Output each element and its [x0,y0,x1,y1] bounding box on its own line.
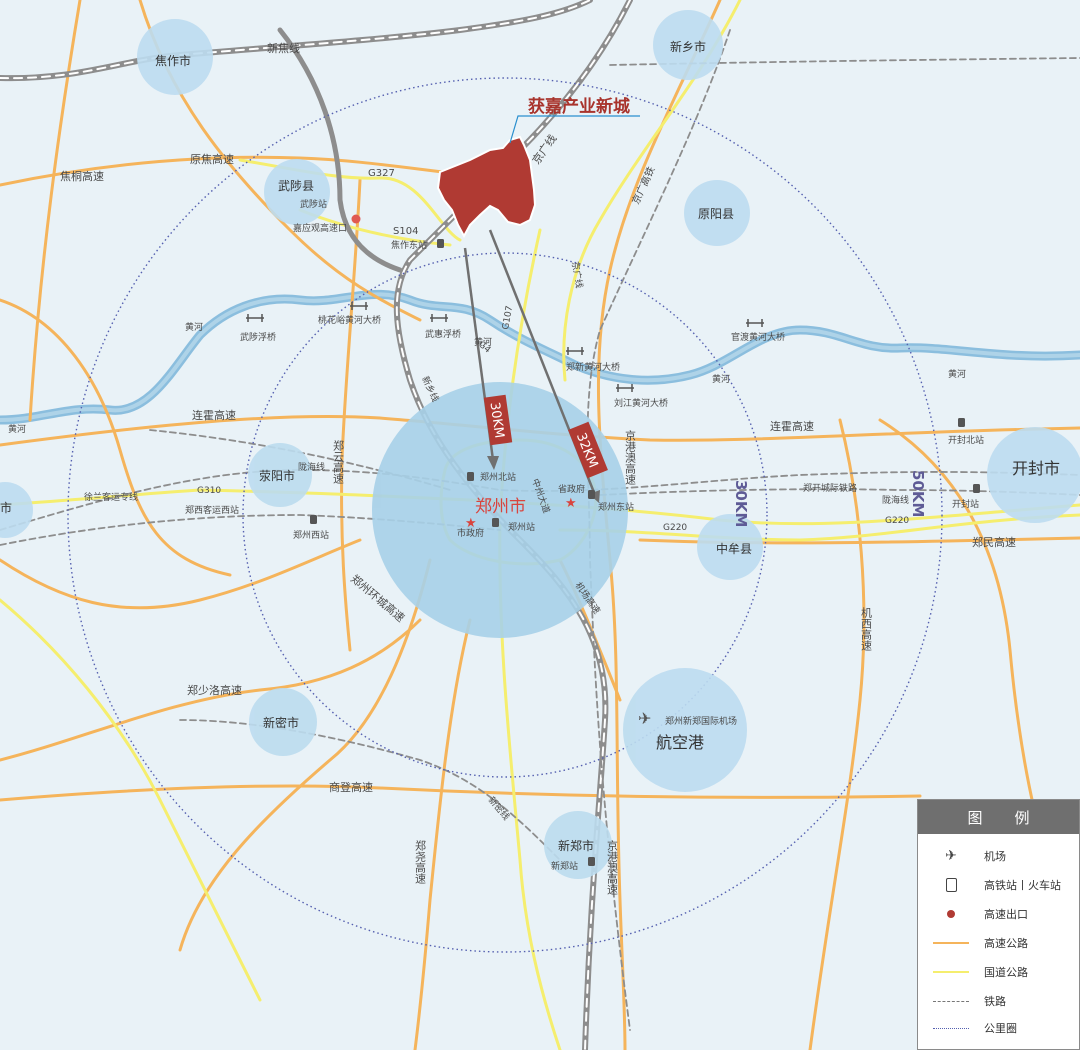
airport-icon: ✈ [638,709,651,728]
label-baidu-bridge: 官渡黄河大桥 [731,331,785,343]
label-jiaotong: 焦桐高速 [60,169,104,183]
label-zhengmin: 郑民高速 [972,535,1016,549]
city-jiaozuo: 焦作市 [155,53,191,68]
legend-label-railway: 铁路 [984,995,1006,1008]
legend-title: 图 例 [918,800,1079,834]
train-icon [437,239,444,248]
label-xuxlan: 徐兰客运专线 [84,491,138,503]
legend-row-railway: 铁路 [918,989,1078,1013]
legend-label-national-road: 国道公路 [984,966,1028,979]
label-zhengkai-rail: 郑开城际铁路 [803,482,857,494]
legend-label-expressway: 高速公路 [984,937,1028,950]
label-longhai-w: 陇海线 [298,461,325,473]
label-wuzhi-bridge: 武陟浮桥 [240,331,276,343]
label-xinzheng-station: 新郑站 [551,860,578,872]
label-zhengxi-rail: 郑西客运西站 [185,504,239,516]
label-zhengzhou-east: 郑州东站 [598,501,634,513]
target-label: 获嘉产业新城 [528,96,630,117]
label-zhengzhou-station: 郑州站 [508,521,535,533]
label-liujiang-bridge: 刘江黄河大桥 [614,397,668,409]
train-icon [467,472,474,481]
prov-gov-star: ★ [565,496,577,511]
label-jinggangao-2: 京港澳高速 [606,839,619,895]
label-yellow-river-1: 黄河 [8,423,26,435]
label-g220a: G220 [663,523,687,533]
label-s104: S104 [393,226,418,237]
city-xinxiang: 新乡市 [670,39,706,54]
train-icon [588,490,595,499]
label-kaifeng-station: 开封站 [952,498,979,510]
label-zhengxin-bridge: 郑新黄河大桥 [566,361,620,373]
label-yellow-river-4: 黄河 [712,373,730,385]
label-jinggangao: 京港澳高速 [624,429,637,485]
exit-dot-icon [351,214,361,224]
railway-line-icon [933,1000,969,1002]
legend-label-ring: 公里圈 [984,1022,1017,1035]
label-taohuayu: 桃花峪黄河大桥 [318,314,381,326]
label-lianhuo-east: 连霍高速 [770,419,814,433]
national-road-line-icon [933,971,969,973]
legend-panel: 图 例 ✈ 机场 高铁站丨火车站 高速出口 高速公路 国道公路 铁路 公里圈 [917,799,1080,1050]
label-wuhui-bridge: 武惠浮桥 [425,328,461,340]
label-city-gov: 市政府 [457,527,484,539]
label-kaifeng-north: 开封北站 [948,434,984,446]
legend-row-exit: 高速出口 [918,902,1078,926]
label-zhengshao: 郑少洛高速 [187,683,242,697]
train-icon [310,515,317,524]
legend-row-expressway: 高速公路 [918,931,1078,955]
city-xinzheng: 新郑市 [558,838,594,853]
city-zhongmou: 中牟县 [716,541,752,556]
ring-50-label: 50KM [909,470,927,517]
label-yellow-river-5: 黄河 [948,368,966,380]
legend-row-ring: 公里圈 [918,1016,1078,1040]
label-lianhuo: 连霍高速 [192,408,236,422]
label-yellow-river-2: 黄河 [185,321,203,333]
legend-title-char-1: 图 [967,808,983,827]
label-jixi: 机西高速 [860,606,873,651]
zhengzhou-label: 郑州市 [475,497,526,517]
ring-line-icon [933,1027,969,1029]
train-icon [958,418,965,427]
city-xingyang: 荥阳市 [259,468,295,483]
city-edge: 市 [0,500,12,515]
city-xinmi: 新密市 [263,715,299,730]
city-hangkonggang: 航空港 [656,733,704,752]
legend-row-national-road: 国道公路 [918,960,1078,984]
label-jiaozuo-east: 焦作东站 [391,239,427,251]
exit-dot-icon [947,910,955,918]
label-zhengyun: 郑云高速 [332,439,345,484]
label-yellow-river-3: 黄河 [474,336,492,348]
airport-icon: ✈ [945,848,957,864]
legend-label-airport: 机场 [984,850,1006,863]
legend-title-char-2: 例 [1014,808,1030,827]
label-shangdeng: 商登高速 [329,780,373,794]
hangkonggang-circle [623,668,747,792]
label-airport: 郑州新郑国际机场 [665,715,737,727]
label-yuanjiao: 原焦高速 [190,152,234,166]
label-wuzhi-station: 武陟站 [300,198,327,210]
label-longhai-e: 陇海线 [882,494,909,506]
city-yuanyang: 原阳县 [698,207,734,221]
label-zhengzhou-west: 郑州西站 [293,529,329,541]
train-icon [492,518,499,527]
ring-30-label: 30KM [732,480,750,527]
label-zhengzhou-north: 郑州北站 [480,471,516,483]
legend-row-airport: ✈ 机场 [918,844,1078,868]
label-xinjiao-line: 新焦线 [267,41,300,55]
expressway-line-icon [933,942,969,944]
label-prov-gov: 省政府 [558,483,585,495]
train-icon [973,484,980,493]
train-icon [945,878,957,892]
city-kaifeng: 开封市 [1012,459,1060,478]
train-icon [588,857,595,866]
label-jiaxiao: 嘉应观高速口 [293,222,347,234]
city-wuzhi: 武陟县 [278,179,314,193]
legend-label-train: 高铁站丨火车站 [984,879,1061,892]
label-g220b: G220 [885,516,909,526]
legend-row-train: 高铁站丨火车站 [918,873,1078,897]
label-zhengyao: 郑尧高速 [414,839,427,884]
label-g310: G310 [197,486,221,496]
legend-label-exit: 高速出口 [984,908,1028,921]
label-g327: G327 [368,168,395,179]
